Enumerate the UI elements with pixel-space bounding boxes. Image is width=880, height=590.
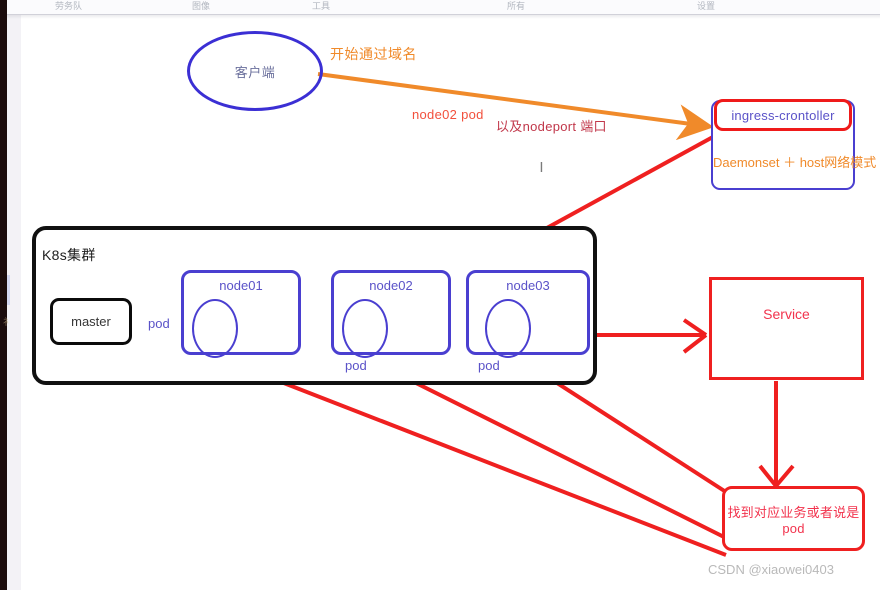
left-gutter-glyph: 衤 bbox=[3, 317, 13, 327]
pod-label-node02: pod bbox=[345, 358, 367, 373]
ingress-controller-box[interactable]: ingress-crontoller bbox=[714, 99, 852, 131]
screenshot-root: 劳务队 图像 工具 所有 设置 衤 客户端 开始通过域名 node02 pod … bbox=[0, 0, 880, 590]
node03-box[interactable]: node03 bbox=[466, 270, 590, 358]
found-target-box[interactable]: 找到对应业务或者说是pod bbox=[722, 486, 865, 551]
master-node-label: master bbox=[71, 314, 111, 329]
k8s-cluster-label: K8s集群 bbox=[42, 247, 96, 263]
client-label: 客户端 bbox=[234, 64, 276, 80]
watermark-label: CSDN @xiaowei0403 bbox=[708, 562, 834, 577]
node01-box[interactable]: node01 bbox=[181, 270, 301, 358]
node01-label: node01 bbox=[219, 278, 263, 293]
toolbar-item-2[interactable]: 工具 bbox=[312, 0, 330, 12]
service-box[interactable]: Service bbox=[709, 277, 864, 380]
toolbar-item-1[interactable]: 图像 bbox=[192, 0, 210, 12]
text-cursor-icon: I bbox=[539, 159, 544, 176]
app-toolbar[interactable]: 劳务队 图像 工具 所有 设置 bbox=[7, 0, 880, 15]
node01-pod-ellipse[interactable] bbox=[192, 299, 238, 358]
node02-label: node02 bbox=[369, 278, 413, 293]
label-domain-flow: 开始通过域名 bbox=[330, 46, 417, 62]
pod-label-node01: pod bbox=[148, 316, 170, 331]
node02-box[interactable]: node02 bbox=[331, 270, 451, 358]
service-label: Service bbox=[763, 306, 810, 322]
label-node02-pod: node02 pod bbox=[412, 107, 484, 122]
toolbar-item-0[interactable]: 劳务队 bbox=[55, 0, 82, 12]
node03-pod-ellipse[interactable] bbox=[485, 299, 531, 358]
scrollbar-thumb[interactable] bbox=[7, 275, 10, 305]
pod-label-node03: pod bbox=[478, 358, 500, 373]
ingress-controller-label: ingress-crontoller bbox=[731, 107, 835, 123]
ingress-subtitle: Daemonset ＋ host网络模式 bbox=[713, 155, 877, 170]
client-ellipse[interactable]: 客户端 bbox=[187, 31, 323, 111]
label-nodeport: 以及nodeport 端口 bbox=[496, 119, 607, 134]
node03-label: node03 bbox=[506, 278, 550, 293]
node02-pod-ellipse[interactable] bbox=[342, 299, 388, 358]
found-target-label: 找到对应业务或者说是pod bbox=[727, 504, 860, 536]
toolbar-item-4[interactable]: 设置 bbox=[697, 0, 715, 12]
window-left-edge bbox=[0, 0, 7, 590]
toolbar-item-3[interactable]: 所有 bbox=[507, 0, 525, 12]
master-node-box[interactable]: master bbox=[50, 298, 132, 345]
